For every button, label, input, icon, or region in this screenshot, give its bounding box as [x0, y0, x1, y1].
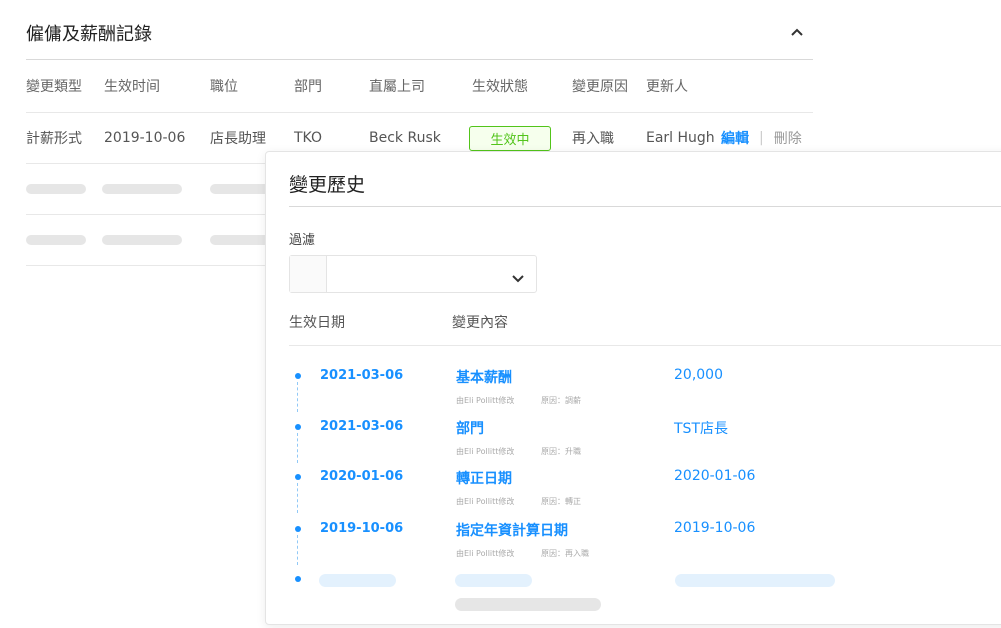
skeleton-bar: [455, 574, 532, 587]
header-status: 生效狀態: [472, 79, 528, 95]
timeline-connector: [297, 433, 298, 463]
skeleton-bar: [26, 184, 86, 194]
header-reason: 變更原因: [572, 79, 628, 95]
timeline-connector: [297, 535, 298, 565]
timeline-dot-icon: [295, 424, 301, 430]
status-badge: 生效中: [469, 125, 551, 151]
header-updater: 更新人: [646, 79, 688, 95]
header-department: 部門: [294, 79, 322, 95]
divider: [289, 206, 1001, 207]
item-reason: 原因：轉正: [540, 497, 581, 506]
header-change-type: 變更類型: [26, 79, 82, 95]
item-meta: 由Eli Pollitt修改 原因：升職: [456, 446, 581, 457]
timeline-connector: [297, 382, 298, 412]
item-field: 基本薪酬: [456, 370, 512, 386]
item-value: 20,000: [674, 367, 723, 383]
chevron-up-icon[interactable]: [790, 25, 804, 39]
cell-date: 2019-10-06: [104, 130, 186, 146]
timeline-dot-icon: [295, 474, 301, 480]
chevron-down-icon: [512, 268, 524, 287]
cell-position: 店長助理: [210, 131, 266, 147]
item-reason: 原因：再入職: [540, 549, 589, 558]
cell-change-type: 計薪形式: [26, 131, 82, 147]
item-value: 2020-01-06: [674, 468, 756, 484]
item-modified-by: 由Eli Pollitt修改: [456, 549, 515, 558]
filter-prefix: [290, 256, 327, 292]
item-value: 2019-10-06: [674, 520, 756, 536]
timeline-dot-icon: [295, 576, 301, 582]
header-position: 職位: [210, 79, 238, 95]
item-field: 指定年資計算日期: [456, 523, 568, 539]
item-meta: 由Eli Pollitt修改 原因：調薪: [456, 395, 581, 406]
table-header: 變更類型 生效时间 職位 部門 直屬上司 生效狀態 變更原因 更新人: [26, 60, 813, 113]
item-meta: 由Eli Pollitt修改 原因：轉正: [456, 496, 581, 507]
column-change-content: 變更內容: [452, 315, 508, 331]
item-meta: 由Eli Pollitt修改 原因：再入職: [456, 548, 589, 559]
popover-title: 變更歷史: [289, 174, 366, 196]
action-separator: |: [759, 130, 764, 146]
skeleton-bar: [675, 574, 835, 587]
timeline-dot-icon: [295, 373, 301, 379]
item-modified-by: 由Eli Pollitt修改: [456, 447, 515, 456]
divider: [289, 345, 1001, 346]
skeleton-bar: [455, 598, 601, 611]
item-date: 2019-10-06: [320, 521, 404, 536]
change-history-popover: 變更歷史 過濾 生效日期 變更內容 2021-03-06 基本薪酬 20,000…: [265, 151, 1001, 625]
timeline-connector: [297, 483, 298, 513]
skeleton-bar: [26, 235, 86, 245]
delete-link[interactable]: 刪除: [774, 128, 802, 148]
column-effective-date: 生效日期: [289, 315, 345, 331]
item-date: 2021-03-06: [320, 368, 404, 383]
item-modified-by: 由Eli Pollitt修改: [456, 497, 515, 506]
timeline-dot-icon: [295, 526, 301, 532]
item-reason: 原因：升職: [540, 447, 581, 456]
item-modified-by: 由Eli Pollitt修改: [456, 396, 515, 405]
skeleton-bar: [102, 235, 182, 245]
item-field: 轉正日期: [456, 471, 512, 487]
edit-link[interactable]: 編輯: [721, 128, 749, 148]
item-value: TST店長: [674, 421, 728, 437]
section-title: 僱傭及薪酬記錄: [26, 24, 152, 45]
item-date: 2020-01-06: [320, 469, 404, 484]
header-manager: 直屬上司: [369, 79, 425, 95]
item-field: 部門: [456, 421, 484, 437]
item-date: 2021-03-06: [320, 419, 404, 434]
skeleton-bar: [102, 184, 182, 194]
filter-select[interactable]: [289, 255, 537, 293]
item-reason: 原因：調薪: [540, 396, 581, 405]
header-effective-time: 生效时间: [104, 79, 160, 95]
filter-label: 過濾: [289, 233, 316, 248]
skeleton-bar: [210, 184, 270, 194]
skeleton-bar: [210, 235, 270, 245]
skeleton-bar: [319, 574, 396, 587]
